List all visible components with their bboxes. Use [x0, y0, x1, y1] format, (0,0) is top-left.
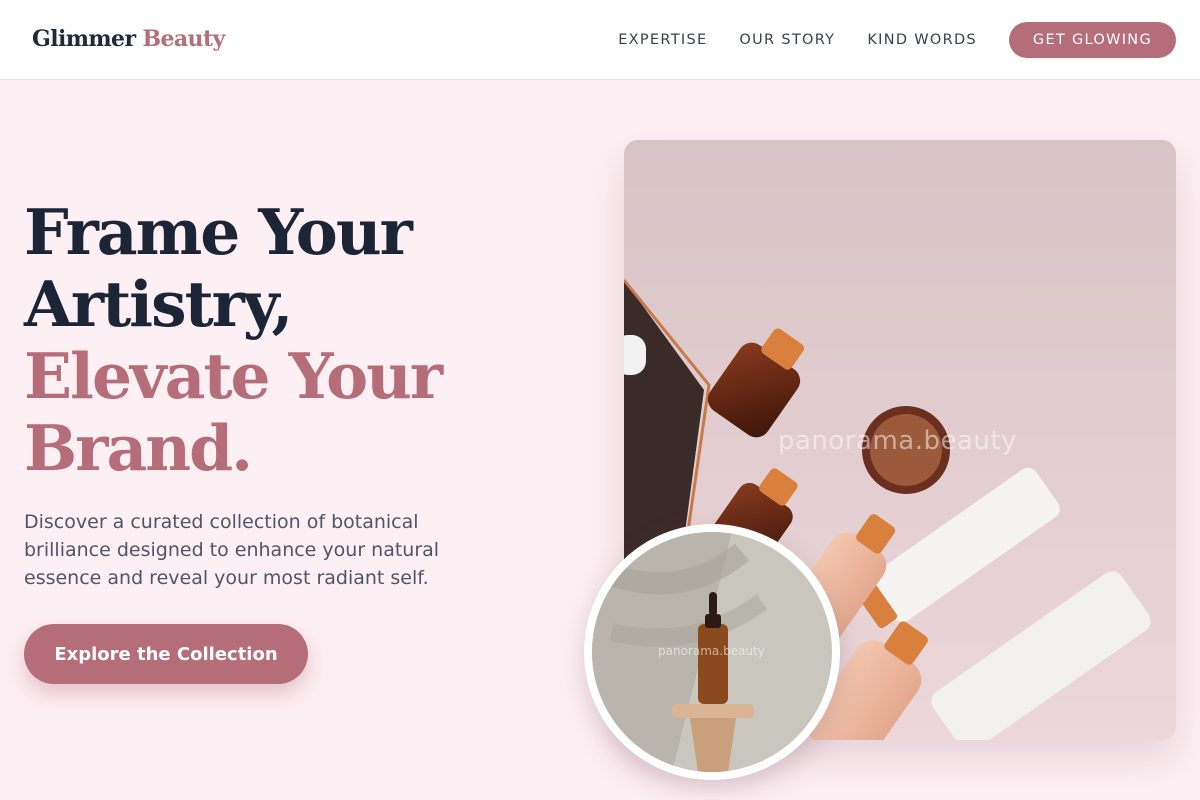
- headline-line-1: Frame Your: [24, 195, 413, 269]
- headline-line-3: Elevate Your: [24, 339, 443, 413]
- serum-bottle-image: panorama.beauty: [584, 524, 840, 780]
- circle-image-watermark: panorama.beauty: [658, 644, 765, 658]
- nav-link-kind-words[interactable]: KIND WORDS: [867, 22, 977, 58]
- site-header: Glimmer Beauty EXPERTISE OUR STORY KIND …: [0, 0, 1200, 80]
- logo-text-primary: Glimmer: [32, 26, 136, 52]
- nav-link-expertise[interactable]: EXPERTISE: [618, 22, 707, 58]
- logo-text-accent: Beauty: [142, 26, 226, 52]
- nav-link-our-story[interactable]: OUR STORY: [739, 22, 835, 58]
- brand-logo[interactable]: Glimmer Beauty: [32, 26, 225, 52]
- headline-line-2: Artistry,: [24, 267, 293, 341]
- get-glowing-button[interactable]: GET GLOWING: [1008, 22, 1176, 58]
- hero-headline: Frame Your Artistry, Elevate Your Brand.: [24, 195, 443, 485]
- headline-line-4: Brand.: [24, 411, 253, 485]
- main-nav: EXPERTISE OUR STORY KIND WORDS GET GLOWI…: [618, 22, 1176, 58]
- explore-collection-button[interactable]: Explore the Collection: [24, 624, 308, 684]
- hero-description: Discover a curated collection of botanic…: [24, 511, 440, 589]
- serum-bottle-frame: panorama.beauty: [592, 532, 832, 772]
